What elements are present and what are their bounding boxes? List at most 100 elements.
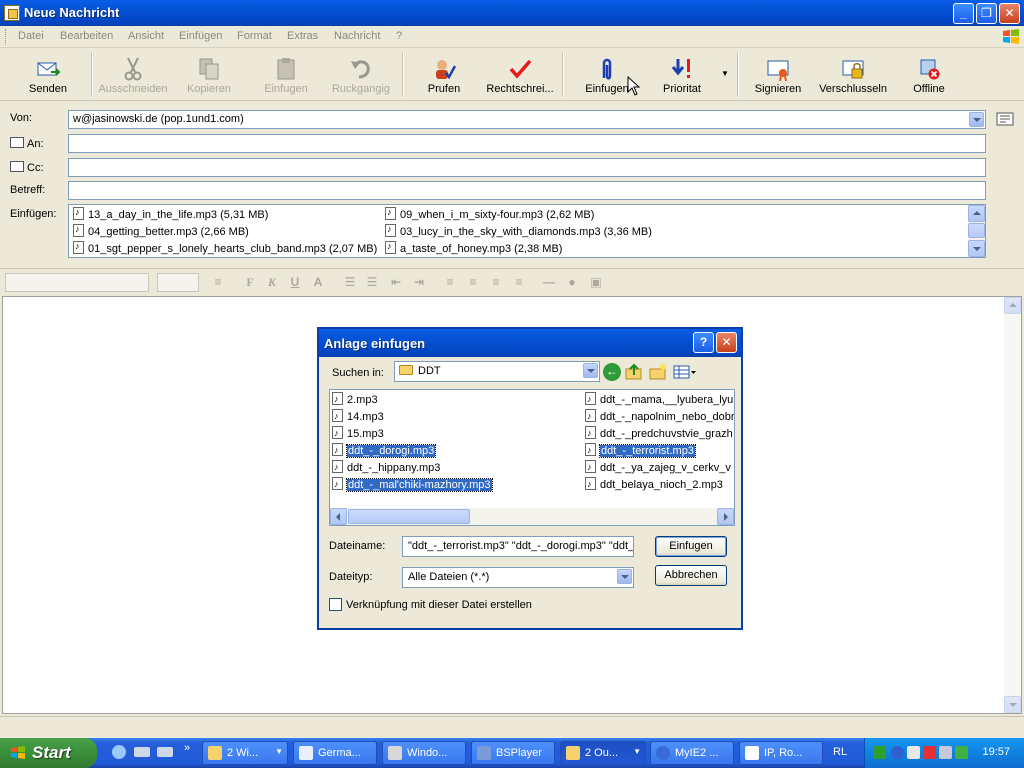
attachment-item[interactable]: a_taste_of_honey.mp3 (2,38 MB) [385,241,562,255]
taskbar-item-germa[interactable]: Germa... [293,741,377,765]
file-item[interactable]: 15.mp3 [332,426,386,441]
quicklaunch-icon[interactable] [134,747,150,757]
menu-bearbeiten[interactable]: Bearbeiten [60,30,113,42]
to-label[interactable]: An: [10,137,44,150]
file-item-selected[interactable]: ddt_-_terrorist.mp3 [585,443,697,458]
align-left-icon[interactable]: ≡ [442,275,458,289]
paste-button[interactable]: Einfugen [256,51,316,99]
tray-help-icon[interactable] [891,746,904,759]
file-list[interactable]: 2.mp3 14.mp3 15.mp3 ddt_-_dorogi.mp3 ddt… [329,389,735,526]
file-item[interactable]: ddt_-_predchuvstvie_grazh [585,426,734,441]
dialog-title-bar[interactable]: Anlage einfugen ? ✕ [319,329,741,357]
from-select[interactable]: w@jasinowski.de (pop.1und1.com) [68,110,986,129]
title-bar[interactable]: Neue Nachricht _ ❐ ✕ [0,0,1024,26]
spellcheck-button[interactable]: Rechtschrei... [482,51,558,99]
start-button[interactable]: Start [0,738,97,768]
sign-button[interactable]: Signieren [752,51,804,99]
scroll-up-icon[interactable] [1004,297,1021,314]
priority-dropdown-arrow-icon[interactable]: ▼ [721,69,729,78]
clock[interactable]: 19:57 [982,746,1010,758]
link-checkbox[interactable] [329,598,342,611]
taskbar-item-folders[interactable]: 2 Wi... ▼ [202,741,288,765]
file-item[interactable]: 2.mp3 [332,392,380,407]
back-icon[interactable]: ← [603,363,621,381]
cancel-button[interactable]: Abbrechen [655,565,727,586]
justify-icon[interactable]: ≡ [511,275,527,289]
lookin-select[interactable]: DDT [394,361,600,382]
italic-icon[interactable]: K [264,275,280,289]
insert-button[interactable]: Einfugen [655,536,727,557]
taskbar-item-bsplayer[interactable]: BSPlayer [471,741,555,765]
scroll-down-icon[interactable] [1004,696,1021,713]
chevron-down-icon[interactable] [583,363,598,378]
offline-button[interactable]: Offline [904,51,954,99]
scroll-left-icon[interactable] [330,508,347,525]
view-menu-icon[interactable] [673,363,697,381]
increase-indent-icon[interactable]: ⇥ [411,275,427,289]
quicklaunch-icon[interactable] [157,747,173,757]
tray-icon[interactable] [955,746,968,759]
align-right-icon[interactable]: ≡ [488,275,504,289]
scroll-up-icon[interactable] [968,205,985,222]
scroll-down-icon[interactable] [968,240,985,257]
chevron-down-icon[interactable] [617,569,632,584]
align-center-icon[interactable]: ≡ [465,275,481,289]
minimize-button[interactable]: _ [953,3,974,24]
menu-extras[interactable]: Extras [287,30,318,42]
maximize-button[interactable]: ❐ [976,3,997,24]
help-button[interactable]: ? [693,332,714,353]
file-item[interactable]: ddt_-_ya_zajeg_v_cerkv_v [585,460,733,475]
bullet-list-icon[interactable]: ☰ [364,275,380,289]
font-color-icon[interactable]: A [310,275,326,289]
menu-datei[interactable]: Datei [18,30,44,42]
file-item[interactable]: ddt_-_mama,__lyubera_lyul [585,392,734,407]
cc-field[interactable] [68,158,986,177]
cut-button[interactable]: Ausschneiden [96,51,170,99]
dialog-close-button[interactable]: ✕ [716,332,737,353]
new-folder-icon[interactable] [649,363,667,381]
tray-icon[interactable] [907,746,920,759]
file-item-selected[interactable]: ddt_-_dorogi.mp3 [332,443,437,458]
file-item-selected[interactable]: ddt_-_mal'chiki-mazhory.mp3 [332,477,494,492]
link-checkbox-label[interactable]: Verknüpfung mit dieser Datei erstellen [346,599,532,611]
tray-antivirus-icon[interactable] [923,746,936,759]
file-list-scrollbar[interactable] [330,508,734,525]
priority-button[interactable]: Prioritat [654,51,710,99]
attachment-item[interactable]: 09_when_i_m_sixty-four.mp3 (2,62 MB) [385,207,594,221]
encrypt-button[interactable]: Verschlusseln [816,51,890,99]
scroll-thumb[interactable] [348,509,470,524]
taskbar-item-ip[interactable]: IP, Ro... [739,741,823,765]
taskbar-item-myie2[interactable]: MyIE2 ... [650,741,734,765]
menu-nachricht[interactable]: Nachricht [334,30,380,42]
to-field[interactable] [68,134,986,153]
bold-icon[interactable]: F [242,275,258,289]
attachments-list[interactable]: 13_a_day_in_the_life.mp3 (5,31 MB) 09_wh… [68,204,986,258]
paragraph-style-icon[interactable]: ≡ [210,275,226,289]
font-name-select[interactable] [5,273,149,292]
quicklaunch-more-icon[interactable]: » [184,742,190,754]
language-indicator[interactable]: RL [833,746,847,758]
attachments-scrollbar[interactable] [968,205,985,257]
subject-field[interactable] [68,181,986,200]
scroll-right-icon[interactable] [717,508,734,525]
scroll-thumb[interactable] [968,223,985,238]
file-item[interactable]: 14.mp3 [332,409,386,424]
decrease-indent-icon[interactable]: ⇤ [388,275,404,289]
cc-label[interactable]: Cc: [10,161,44,174]
filetype-select[interactable]: Alle Dateien (*.*) [402,567,634,588]
send-button[interactable]: Senden [12,51,84,99]
copy-button[interactable]: Kopieren [178,51,240,99]
tray-icon[interactable] [873,746,886,759]
chevron-down-icon[interactable] [969,112,984,127]
contacts-card-icon[interactable] [996,112,1014,126]
close-button[interactable]: ✕ [999,3,1020,24]
menu-format[interactable]: Format [237,30,272,42]
attachment-item[interactable]: 01_sgt_pepper_s_lonely_hearts_club_band.… [73,241,377,255]
ie-quicklaunch-icon[interactable] [112,745,126,759]
horizontal-line-icon[interactable]: — [541,275,557,289]
file-item[interactable]: ddt_-_napolnim_nebo_dobr [585,409,734,424]
body-scrollbar[interactable] [1004,297,1021,713]
numbered-list-icon[interactable]: ☰ [342,275,358,289]
menu-help[interactable]: ? [396,30,402,42]
up-folder-icon[interactable] [625,363,643,381]
